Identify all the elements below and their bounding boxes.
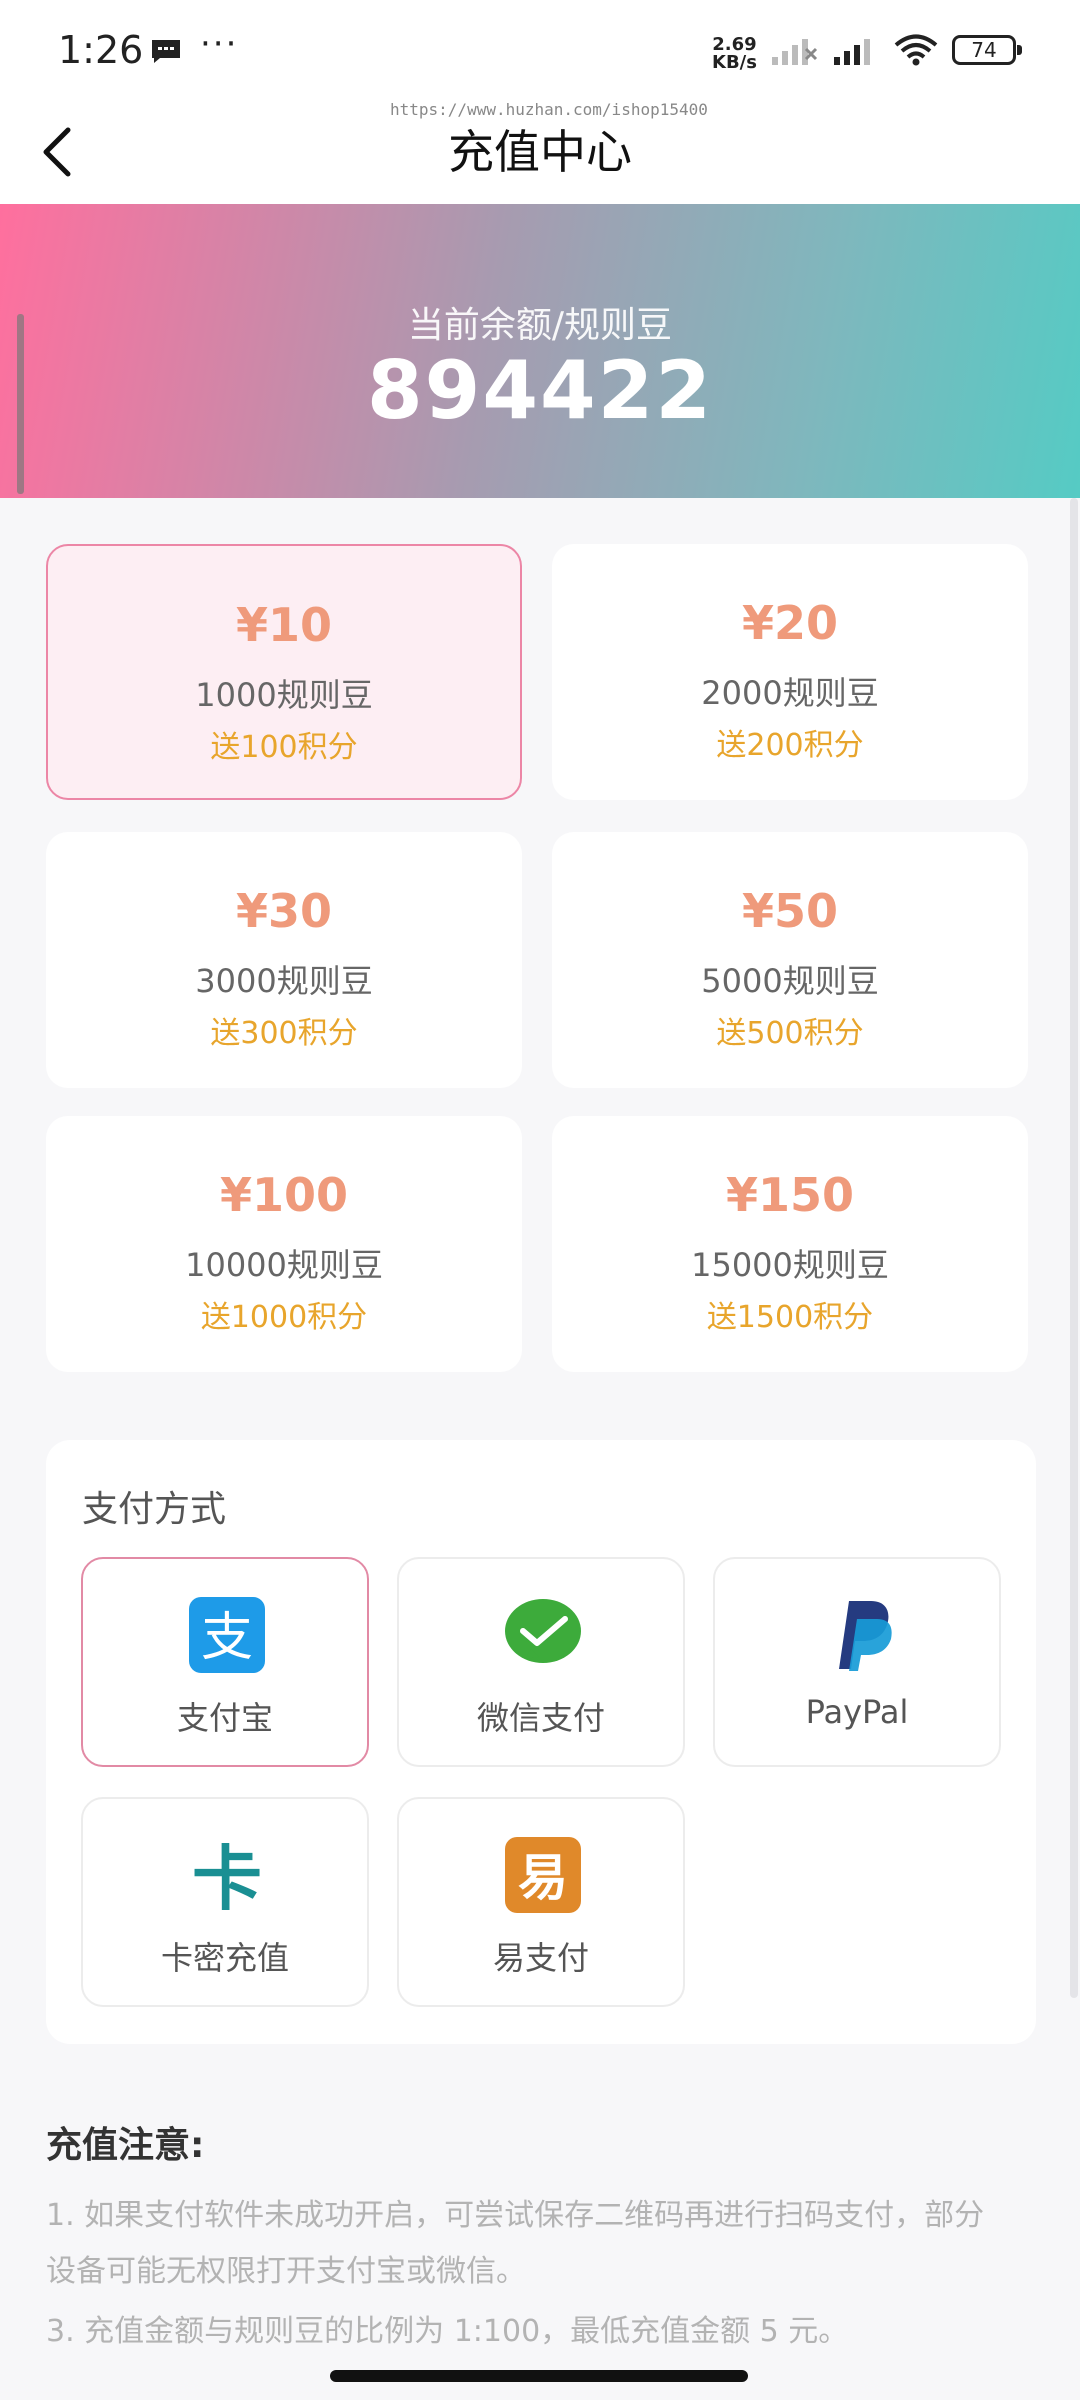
amount-bonus: 送500积分 <box>716 1016 864 1051</box>
status-time: 1:26 <box>58 28 144 72</box>
home-indicator[interactable] <box>330 2370 748 2382</box>
svg-text:易: 易 <box>518 1849 568 1907</box>
wechat-pay-icon <box>505 1599 581 1663</box>
amount-option-30[interactable]: ¥30 3000规则豆 送300积分 <box>46 832 522 1088</box>
pay-option-wechat[interactable]: 微信支付 <box>397 1557 685 1767</box>
scrollbar[interactable] <box>1070 498 1078 1998</box>
pay-label: 支付宝 <box>176 1699 273 1737</box>
pay-option-yipay[interactable]: 易 易支付 <box>397 1797 685 2007</box>
network-speed: 2.69 KB/s <box>712 36 757 72</box>
amount-beans: 15000规则豆 <box>691 1246 889 1284</box>
amount-option-150[interactable]: ¥150 15000规则豆 送1500积分 <box>552 1116 1028 1372</box>
amount-option-20[interactable]: ¥20 2000规则豆 送200积分 <box>552 544 1028 800</box>
pay-option-card-key[interactable]: 卡 卡密充值 <box>81 1797 369 2007</box>
amount-price: ¥100 <box>219 1168 349 1222</box>
wifi-icon <box>894 34 938 66</box>
notice-line-1: 1. 如果支付软件未成功开启，可尝试保存二维码再进行扫码支付，部分 <box>46 2198 985 2233</box>
amount-price: ¥150 <box>725 1168 855 1222</box>
pay-label: PayPal <box>805 1693 909 1731</box>
network-speed-unit: KB/s <box>712 52 757 73</box>
amount-beans: 2000规则豆 <box>701 674 879 712</box>
status-bar: 1:26 ··· 2.69 KB/s 74 <box>0 0 1080 100</box>
amount-price: ¥50 <box>741 884 839 938</box>
amount-price: ¥10 <box>235 598 333 652</box>
pay-label: 易支付 <box>492 1939 589 1977</box>
amount-bonus: 送1500积分 <box>706 1300 874 1335</box>
card-key-icon: 卡 <box>192 1838 262 1913</box>
amount-option-50[interactable]: ¥50 5000规则豆 送500积分 <box>552 832 1028 1088</box>
svg-text:卡: 卡 <box>192 1838 262 1913</box>
amount-option-100[interactable]: ¥100 10000规则豆 送1000积分 <box>46 1116 522 1372</box>
pay-option-paypal[interactable]: PayPal <box>713 1557 1001 1767</box>
notice-title: 充值注意: <box>46 2125 205 2166</box>
amount-beans: 10000规则豆 <box>185 1246 383 1284</box>
signal-weak-icon <box>772 39 818 65</box>
notice-line-3: 3. 充值金额与规则豆的比例为 1:100，最低充值金额 5 元。 <box>46 2314 849 2349</box>
signal-strong-icon <box>834 39 870 65</box>
balance-banner: 当前余额/规则豆 894422 <box>0 204 1080 498</box>
yipay-icon: 易 <box>505 1837 581 1913</box>
amount-bonus: 送100积分 <box>210 730 358 765</box>
amount-bonus: 送300积分 <box>210 1016 358 1051</box>
notice-line-2: 设备可能无权限打开支付宝或微信。 <box>46 2254 526 2289</box>
more-notifications-icon: ··· <box>200 24 239 64</box>
alipay-icon: 支 <box>189 1597 265 1673</box>
balance-label: 当前余额/规则豆 <box>407 305 673 346</box>
pay-option-alipay[interactable]: 支 支付宝 <box>81 1557 369 1767</box>
status-icons: 74 <box>770 34 1022 66</box>
amount-beans: 3000规则豆 <box>195 962 373 1000</box>
pay-label: 微信支付 <box>476 1699 605 1737</box>
amount-option-10[interactable]: ¥10 1000规则豆 送100积分 <box>46 544 522 800</box>
amount-price: ¥20 <box>741 596 839 650</box>
balance-value: 894422 <box>367 344 713 437</box>
amount-bonus: 送200积分 <box>716 728 864 763</box>
svg-text:支: 支 <box>201 1608 253 1668</box>
amount-beans: 1000规则豆 <box>195 676 373 714</box>
battery-icon: 74 <box>952 35 1022 65</box>
page-title: 充值中心 <box>448 125 632 179</box>
paypal-icon <box>839 1601 892 1671</box>
nav-bar: 充值中心 https://www.huzhan.com/ishop15400 <box>0 100 1080 204</box>
payment-panel: 支付方式 支 支付宝 微信支付 PayPal 卡 卡密充值 易 易支付 <box>46 1440 1036 2044</box>
amount-bonus: 送1000积分 <box>200 1300 368 1335</box>
payment-title: 支付方式 <box>82 1489 227 1530</box>
amount-beans: 5000规则豆 <box>701 962 879 1000</box>
amount-price: ¥30 <box>235 884 333 938</box>
message-icon <box>152 40 180 63</box>
watermark: https://www.huzhan.com/ishop15400 <box>390 100 708 119</box>
pay-label: 卡密充值 <box>160 1939 289 1977</box>
